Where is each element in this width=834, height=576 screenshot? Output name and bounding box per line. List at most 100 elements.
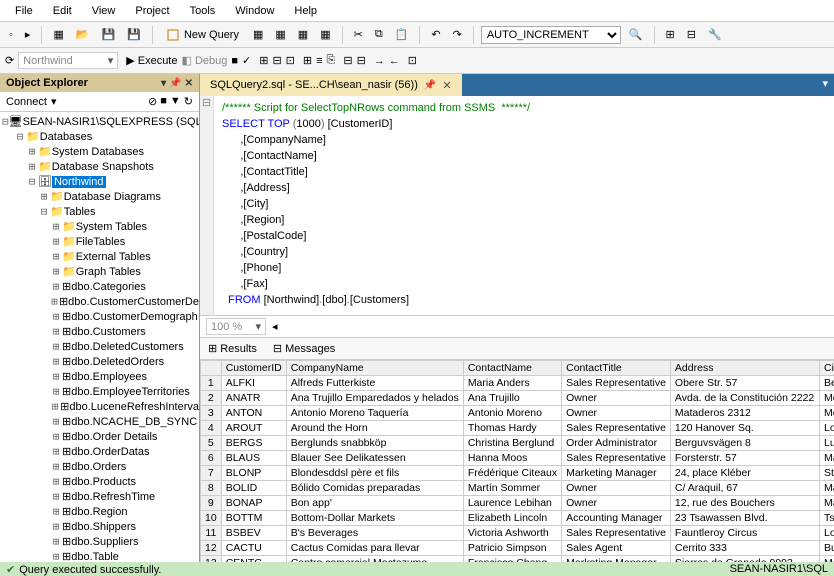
menu-tools[interactable]: Tools xyxy=(180,3,226,19)
tree-table[interactable]: ⊞⊞ dbo.Employees xyxy=(0,369,199,384)
cut-icon[interactable]: ✂ xyxy=(350,26,367,43)
parse-icon[interactable]: ✓ xyxy=(242,54,251,67)
pin-icon[interactable]: 📌 xyxy=(169,78,181,89)
tree-table[interactable]: ⊞⊞ dbo.Order Details xyxy=(0,429,199,444)
messages-tab[interactable]: ⊟ Messages xyxy=(269,340,339,357)
tree-external-tables[interactable]: ⊞📁 External Tables xyxy=(0,249,199,264)
connect-button[interactable]: Connect xyxy=(6,96,47,108)
tree-system-databases[interactable]: ⊞📁 System Databases xyxy=(0,144,199,159)
mdx-query-icon[interactable]: ▦ xyxy=(294,26,312,43)
include-plan-icon[interactable]: ⊟ xyxy=(272,54,281,67)
results-grid-container[interactable]: CustomerIDCompanyNameContactNameContactT… xyxy=(200,360,834,562)
display-plan-icon[interactable]: ⊞ xyxy=(259,54,268,67)
table-row[interactable]: 1ALFKIAlfreds FutterkisteMaria AndersSal… xyxy=(201,376,834,391)
execute-button[interactable]: ▶ Execute xyxy=(126,54,177,67)
tree-tables[interactable]: ⊟📁 Tables xyxy=(0,204,199,219)
copy-icon[interactable]: ⧉ xyxy=(371,26,387,43)
tree-table[interactable]: ⊞⊞ dbo.Products xyxy=(0,474,199,489)
results-grid-icon[interactable]: ⊞ xyxy=(303,54,312,67)
activity-icon[interactable]: ⊞ xyxy=(662,26,679,43)
open-icon[interactable]: 📂 xyxy=(72,26,94,43)
tab-overflow-icon[interactable]: ▾ xyxy=(816,74,834,96)
new-query-button[interactable]: New Query xyxy=(160,26,245,44)
tree-table[interactable]: ⊞⊞ dbo.LuceneRefreshInterva xyxy=(0,399,199,414)
debug-button[interactable]: ◧ Debug xyxy=(181,54,227,67)
intellisense-combo[interactable]: AUTO_INCREMENT xyxy=(481,26,621,44)
database-selector[interactable]: Northwind xyxy=(18,52,118,69)
uncomment-icon[interactable]: ⊟ xyxy=(357,54,366,67)
tree-table[interactable]: ⊞⊞ dbo.DeletedCustomers xyxy=(0,339,199,354)
paste-icon[interactable]: 📋 xyxy=(391,26,413,43)
save-icon[interactable]: 💾 xyxy=(98,26,120,43)
fold-gutter[interactable]: ⊟ xyxy=(200,96,214,315)
tree-server[interactable]: ⊟🖥 SEAN-NASIR1\SQLEXPRESS (SQL Ser xyxy=(0,114,199,129)
menu-view[interactable]: View xyxy=(82,3,126,19)
tree-table[interactable]: ⊞⊞ dbo.CustomerDemograph xyxy=(0,309,199,324)
table-row[interactable]: 11BSBEVB's BeveragesVictoria AshworthSal… xyxy=(201,526,834,541)
tree-table[interactable]: ⊞⊞ dbo.Suppliers xyxy=(0,534,199,549)
tree-table[interactable]: ⊞⊞ dbo.RefreshTime xyxy=(0,489,199,504)
filter-icon[interactable]: ▼ xyxy=(170,95,181,108)
tree-table[interactable]: ⊞⊞ dbo.CustomerCustomerDe xyxy=(0,294,199,309)
table-row[interactable]: 4AROUTAround the HornThomas HardySales R… xyxy=(201,421,834,436)
new-project-icon[interactable]: ▦ xyxy=(49,26,67,43)
table-row[interactable]: 6BLAUSBlauer See DelikatessenHanna MoosS… xyxy=(201,451,834,466)
menu-edit[interactable]: Edit xyxy=(43,3,82,19)
db-engine-query-icon[interactable]: ▦ xyxy=(249,26,267,43)
tree-table[interactable]: ⊞⊞ dbo.NCACHE_DB_SYNC xyxy=(0,414,199,429)
column-header[interactable]: CompanyName xyxy=(286,361,463,376)
nav-back-icon[interactable]: ◦ xyxy=(5,27,17,43)
use-db-icon[interactable]: ⟳ xyxy=(5,54,14,67)
menu-project[interactable]: Project xyxy=(125,3,179,19)
column-header[interactable]: City xyxy=(820,361,834,376)
menu-help[interactable]: Help xyxy=(284,3,327,19)
results-text-icon[interactable]: ≡ xyxy=(316,55,322,67)
column-header[interactable] xyxy=(201,361,222,376)
results-grid[interactable]: CustomerIDCompanyNameContactNameContactT… xyxy=(200,360,834,562)
zoom-selector[interactable]: 100 % xyxy=(206,318,266,335)
analysis-query-icon[interactable]: ▦ xyxy=(271,26,289,43)
tree-table[interactable]: ⊞⊞ dbo.Table xyxy=(0,549,199,562)
tree-table[interactable]: ⊞⊞ dbo.Customers xyxy=(0,324,199,339)
find-icon[interactable]: 🔍 xyxy=(625,26,647,43)
registered-servers-icon[interactable]: ⊟ xyxy=(683,26,700,43)
column-header[interactable]: ContactTitle xyxy=(562,361,671,376)
column-header[interactable]: ContactName xyxy=(463,361,561,376)
redo-icon[interactable]: ↷ xyxy=(449,26,466,43)
tree-graph-tables[interactable]: ⊞📁 Graph Tables xyxy=(0,264,199,279)
table-row[interactable]: 10BOTTMBottom-Dollar MarketsElizabeth Li… xyxy=(201,511,834,526)
results-file-icon[interactable]: ⎘ xyxy=(327,54,336,67)
save-all-icon[interactable]: 💾 xyxy=(123,26,145,43)
tree-table[interactable]: ⊞⊞ dbo.Shippers xyxy=(0,519,199,534)
cancel-query-icon[interactable]: ■ xyxy=(231,55,238,67)
dmx-query-icon[interactable]: ▦ xyxy=(316,26,334,43)
tree-table[interactable]: ⊞⊞ dbo.EmployeeTerritories xyxy=(0,384,199,399)
column-header[interactable]: Address xyxy=(670,361,819,376)
results-tab[interactable]: ⊞ Results xyxy=(204,340,261,357)
tab-sqlquery2[interactable]: SQLQuery2.sql - SE...CH\sean_nasir (56))… xyxy=(200,74,462,96)
table-row[interactable]: 12CACTUCactus Comidas para llevarPatrici… xyxy=(201,541,834,556)
object-tree[interactable]: ⊟🖥 SEAN-NASIR1\SQLEXPRESS (SQL Ser ⊟📁 Da… xyxy=(0,112,199,562)
tree-diagrams[interactable]: ⊞📁 Database Diagrams xyxy=(0,189,199,204)
sql-editor[interactable]: ⊟ /****** Script for SelectTopNRows comm… xyxy=(200,96,834,316)
tree-snapshots[interactable]: ⊞📁 Database Snapshots xyxy=(0,159,199,174)
table-row[interactable]: 9BONAPBon app'Laurence LebihanOwner12, r… xyxy=(201,496,834,511)
tools-icon[interactable]: 🔧 xyxy=(704,26,726,43)
tree-northwind[interactable]: ⊟🗄 Northwind xyxy=(0,174,199,189)
comment-icon[interactable]: ⊟ xyxy=(343,54,352,67)
tree-filetables[interactable]: ⊞📁 FileTables xyxy=(0,234,199,249)
tree-table[interactable]: ⊞⊞ dbo.Orders xyxy=(0,459,199,474)
include-stats-icon[interactable]: ⊡ xyxy=(286,54,295,67)
table-row[interactable]: 5BERGSBerglunds snabbköpChristina Berglu… xyxy=(201,436,834,451)
tree-table[interactable]: ⊞⊞ dbo.OrderDatas xyxy=(0,444,199,459)
table-row[interactable]: 2ANATRAna Trujillo Emparedados y helados… xyxy=(201,391,834,406)
tree-table[interactable]: ⊞⊞ dbo.DeletedOrders xyxy=(0,354,199,369)
menu-window[interactable]: Window xyxy=(225,3,284,19)
stop-icon[interactable]: ■ xyxy=(160,95,167,108)
tree-table[interactable]: ⊞⊞ dbo.Region xyxy=(0,504,199,519)
close-panel-icon[interactable]: ✕ xyxy=(185,78,193,89)
outdent-icon[interactable]: ← xyxy=(389,55,400,67)
column-header[interactable]: CustomerID xyxy=(221,361,286,376)
specify-values-icon[interactable]: ⊡ xyxy=(408,54,417,67)
menu-file[interactable]: File xyxy=(5,3,43,19)
